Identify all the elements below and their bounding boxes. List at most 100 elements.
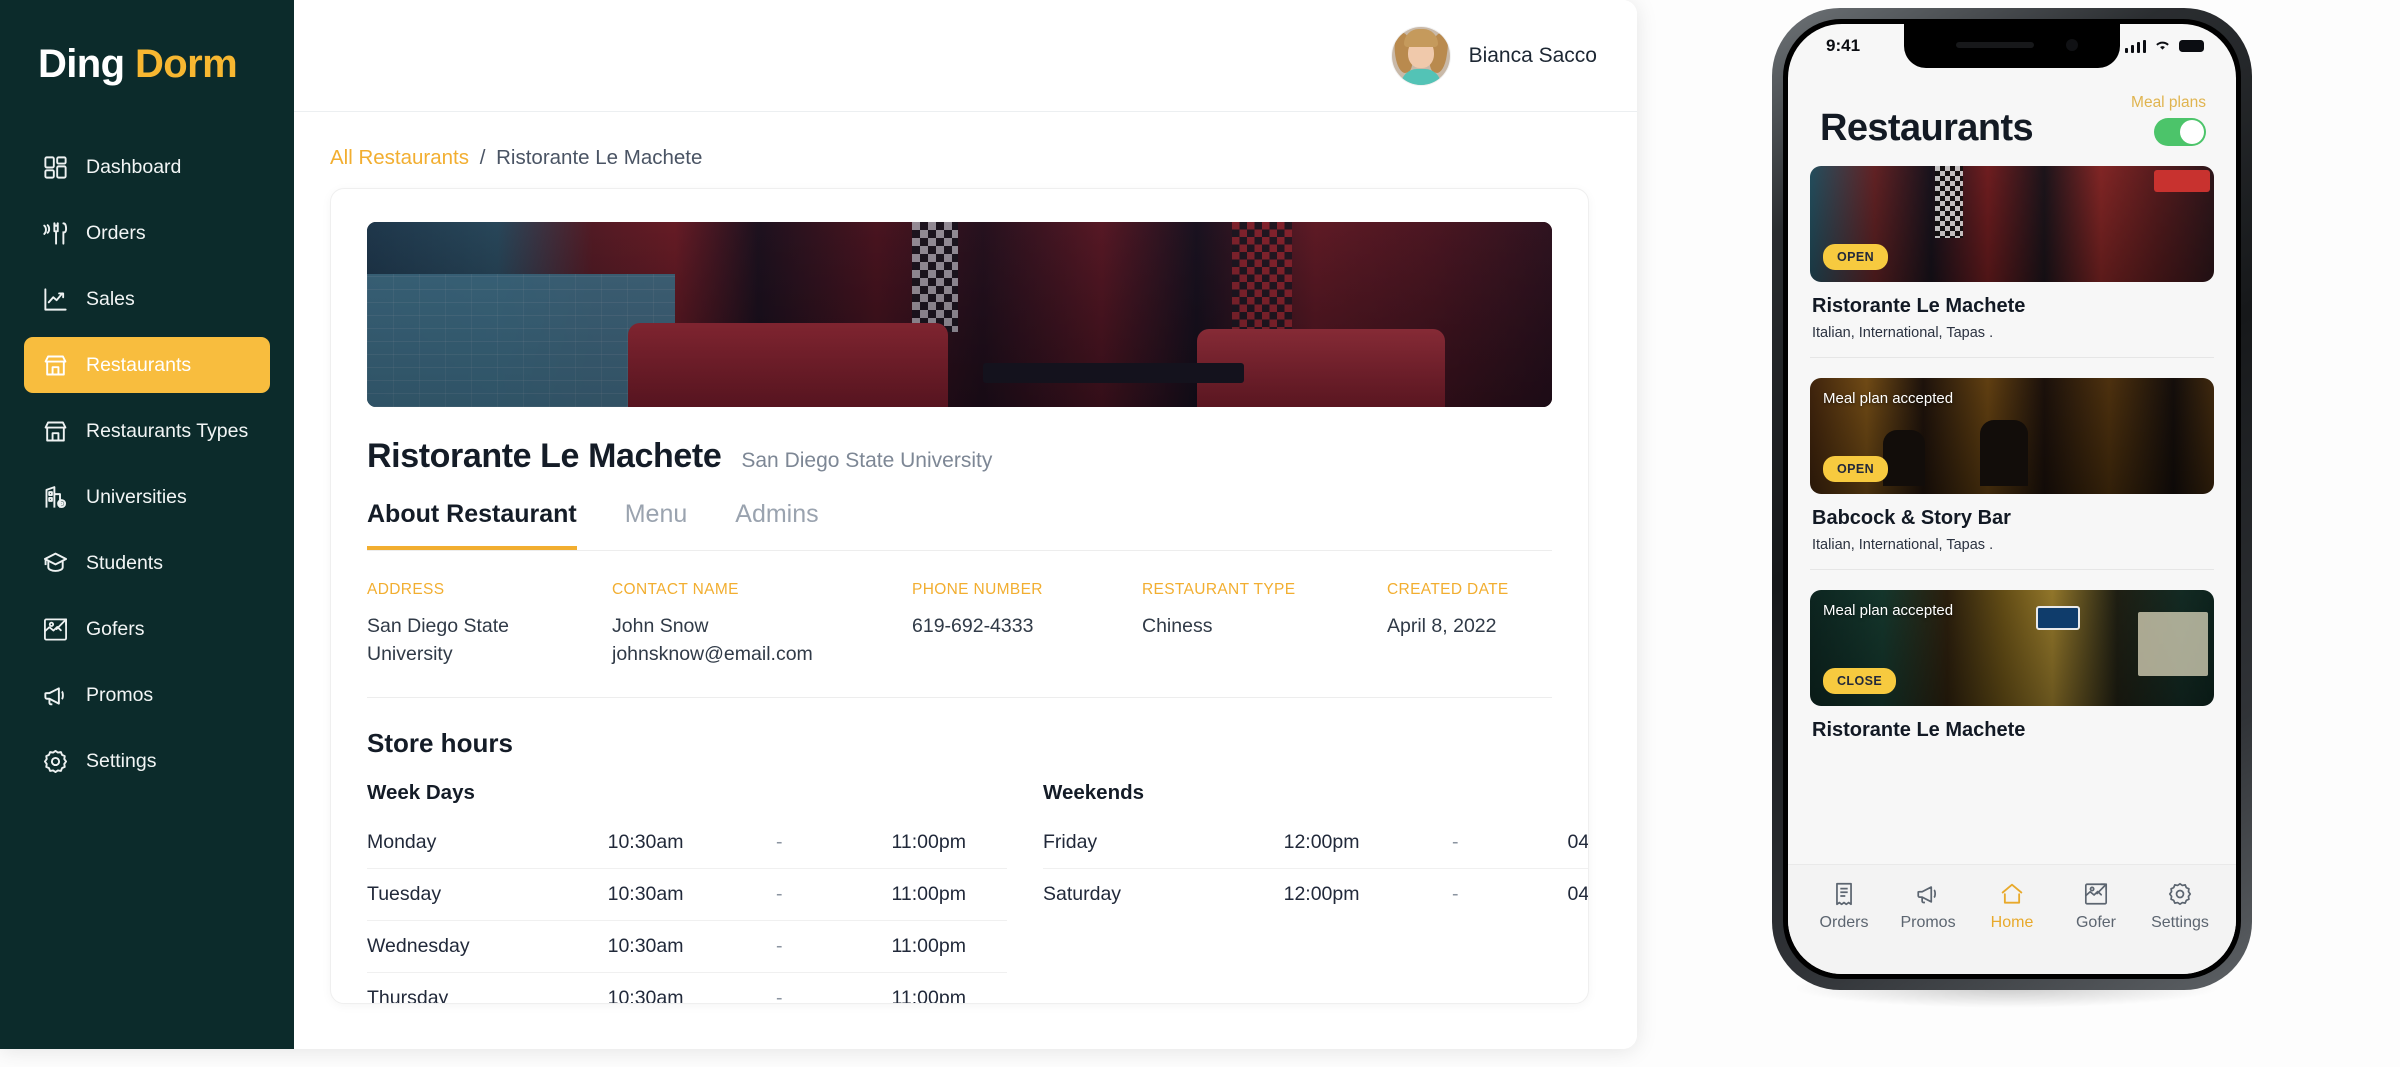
sidebar-item-students[interactable]: Students (24, 535, 270, 591)
avatar (1391, 26, 1450, 85)
hours-row: Thursday 10:30am - 11:00pm (367, 973, 1007, 1004)
status-time: 9:41 (1826, 36, 1861, 55)
store-hours-title: Store hours (367, 727, 513, 758)
phone-mockup: 9:41 Restaurants Meal plans OPEN Ristora… (1772, 8, 2272, 1018)
sidebar-item-sales[interactable]: Sales (24, 271, 270, 327)
meta-label: CONTACT NAME (612, 581, 739, 598)
restaurant-photo: OPEN (1810, 166, 2214, 282)
restaurant-photo: Meal plan accepted CLOSE (1810, 590, 2214, 706)
tab-home[interactable]: Home (1975, 881, 2049, 932)
restaurant-tags: Italian, International, Tapas . (1812, 537, 1994, 553)
divider (1810, 569, 2214, 570)
restaurant-name: Babcock & Story Bar (1812, 507, 2011, 529)
main-area: Bianca Sacco All Restaurants / Ristorant… (294, 0, 1637, 1049)
tab-promos[interactable]: Promos (1891, 881, 1965, 932)
university-gear-icon (42, 484, 69, 511)
list-item[interactable]: Meal plan accepted CLOSE Ristorante Le M… (1810, 590, 2214, 742)
status-badge: OPEN (1823, 456, 1889, 482)
sidebar-item-label: Dashboard (86, 155, 182, 178)
storefront-icon (42, 352, 69, 379)
tab-label: Settings (2151, 914, 2209, 931)
tab-gofer[interactable]: Gofer (2059, 881, 2133, 932)
sidebar-item-dashboard[interactable]: Dashboard (24, 139, 270, 195)
weekdays-column: Week Days Monday 10:30am - 11:00pm Tuesd… (367, 781, 1007, 1004)
handshake-icon (2083, 881, 2109, 907)
gear-icon (42, 748, 69, 775)
gear-icon (2167, 881, 2193, 907)
breadcrumb-all-restaurants[interactable]: All Restaurants (330, 146, 469, 169)
content-area: All Restaurants / Ristorante Le Machete (294, 112, 1637, 1049)
meta-value: 619-692-4333 (912, 615, 1034, 637)
phone-restaurant-list[interactable]: OPEN Ristorante Le Machete Italian, Inte… (1788, 166, 2236, 866)
hours-row: Monday 10:30am - 11:00pm (367, 817, 1007, 869)
hours-open: 10:30am (607, 987, 684, 1004)
sidebar-item-gofers[interactable]: Gofers (24, 601, 270, 657)
sidebar-item-universities[interactable]: Universities (24, 469, 270, 525)
hours-day: Friday (1043, 830, 1098, 853)
hours-day: Monday (367, 830, 437, 853)
sidebar-item-settings[interactable]: Settings (24, 733, 270, 789)
sidebar-item-label: Restaurants Types (86, 419, 249, 442)
hours-close: 11:00pm (891, 830, 966, 853)
phone-page-title: Restaurants (1820, 107, 2034, 149)
hours-dash: - (1452, 883, 1459, 906)
sidebar-item-restaurants[interactable]: Restaurants (24, 337, 270, 393)
breadcrumb-current: Ristorante Le Machete (496, 146, 703, 169)
hours-day: Saturday (1043, 883, 1122, 906)
hours-open: 10:30am (607, 934, 684, 957)
phone-frame: 9:41 Restaurants Meal plans OPEN Ristora… (1772, 8, 2252, 990)
meta-value: San Diego State University (367, 615, 510, 666)
hours-close: 04:00pm (1567, 830, 1589, 853)
contact-email-value: johnsknow@email.com (612, 643, 813, 666)
tab-settings[interactable]: Settings (2143, 881, 2217, 932)
meal-plans-toggle[interactable] (2154, 118, 2206, 146)
sidebar-item-promos[interactable]: Promos (24, 667, 270, 723)
tab-admins[interactable]: Admins (735, 500, 818, 550)
list-item[interactable]: Meal plan accepted OPEN Babcock & Story … (1810, 378, 2214, 570)
meal-plans-label: Meal plans (2131, 94, 2206, 111)
weekends-column: Weekends Friday 12:00pm - 04:00pm Saturd… (1043, 780, 1589, 1003)
logo-text-first: Ding (38, 42, 125, 86)
line-chart-icon (42, 286, 69, 313)
meal-plan-banner: Meal plan accepted (1823, 390, 1954, 407)
meta-field-phone-number: PHONE NUMBER 619-692-4333 (912, 581, 1142, 669)
hours-row: Friday 12:00pm - 04:00pm (1043, 817, 1589, 869)
detail-tabs: About Restaurant Menu Admins (367, 500, 1552, 551)
page-title: Ristorante Le Machete (367, 437, 722, 475)
list-item[interactable]: OPEN Ristorante Le Machete Italian, Inte… (1810, 166, 2214, 358)
tab-orders[interactable]: Orders (1807, 881, 1881, 932)
sidebar-item-restaurants-types[interactable]: Restaurants Types (24, 403, 270, 459)
meta-label: ADDRESS (367, 581, 445, 598)
cellular-bars-icon (2124, 39, 2146, 53)
restaurant-detail-card: Ristorante Le Machete San Diego State Un… (330, 188, 1589, 1004)
hours-dash: - (776, 934, 783, 957)
breadcrumb-separator: / (479, 146, 486, 169)
hours-dash: - (776, 987, 783, 1004)
sidebar-item-orders[interactable]: Orders (24, 205, 270, 261)
receipt-icon (1831, 881, 1857, 907)
tab-menu[interactable]: Menu (625, 500, 688, 550)
meta-field-address: ADDRESS San Diego State University (367, 581, 612, 669)
restaurant-title-row: Ristorante Le Machete San Diego State Un… (367, 437, 1552, 476)
tab-label: Promos (1900, 914, 1956, 931)
store-hours-section: Week Days Monday 10:30am - 11:00pm Tuesd… (367, 781, 1588, 1004)
sidebar-item-label: Promos (86, 683, 154, 706)
user-menu[interactable]: Bianca Sacco (1391, 26, 1597, 85)
graduation-cap-icon (42, 550, 69, 577)
meal-plans-control: Meal plans (2131, 94, 2206, 150)
restaurant-university: San Diego State University (741, 449, 993, 472)
hours-open: 10:30am (607, 882, 684, 905)
tab-label: Gofer (2075, 914, 2116, 931)
hours-row: Tuesday 10:30am - 11:00pm (367, 869, 1007, 921)
cutlery-icon (42, 220, 69, 247)
restaurant-tags: Italian, International, Tapas . (1812, 325, 1994, 341)
meta-value: April 8, 2022 (1387, 615, 1497, 637)
sidebar-item-label: Gofers (86, 617, 145, 640)
tab-about-restaurant[interactable]: About Restaurant (367, 500, 577, 550)
hours-day: Tuesday (367, 882, 442, 905)
meta-field-created-date: CREATED DATE April 8, 2022 (1387, 581, 1588, 669)
weekends-heading: Weekends (1043, 780, 1145, 804)
app-logo: Ding Dorm (0, 28, 294, 87)
phone-app-header: Restaurants Meal plans (1788, 68, 2236, 150)
storefront-icon (42, 418, 69, 445)
